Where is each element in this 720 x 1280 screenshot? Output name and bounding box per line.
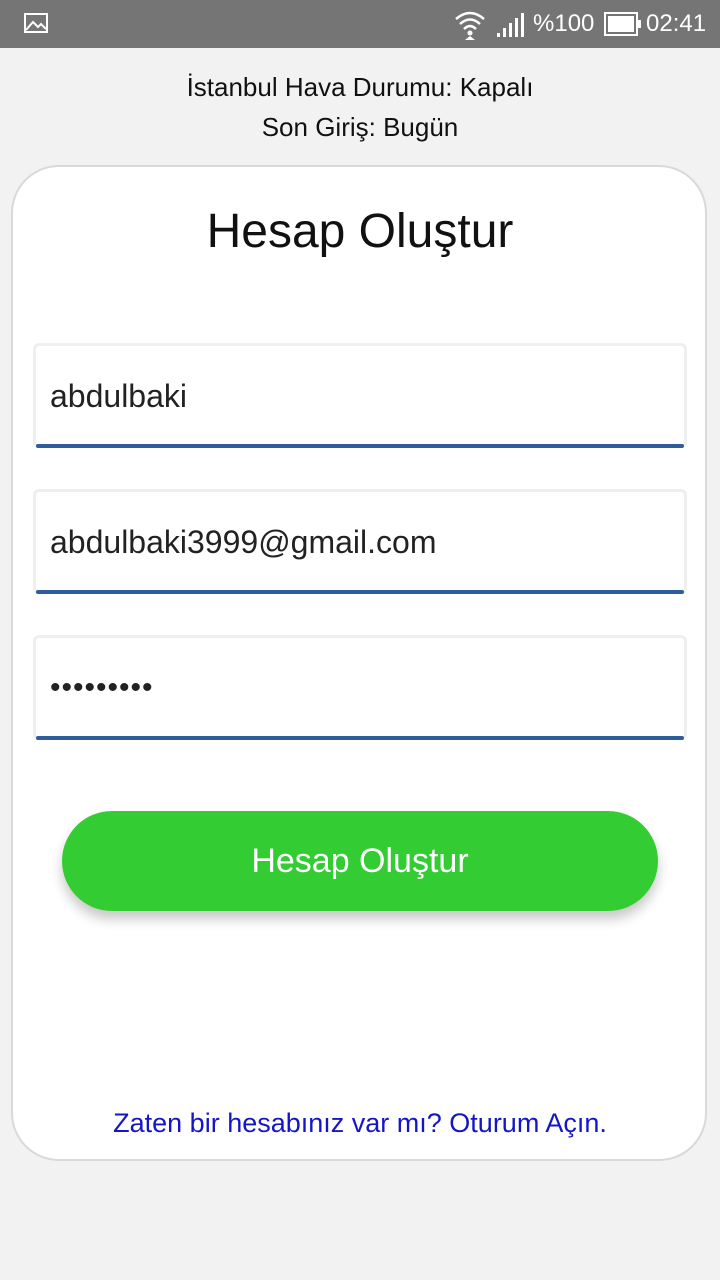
username-field[interactable]: abdulbaki [33, 343, 687, 448]
email-value: abdulbaki3999@gmail.com [50, 524, 437, 560]
status-bar: %100 02:41 [0, 0, 720, 48]
login-link[interactable]: Zaten bir hesabınız var mı? Oturum Açın. [0, 1108, 720, 1139]
create-account-button[interactable]: Hesap Oluştur [62, 811, 658, 911]
battery-percent: %100 [533, 10, 595, 37]
signal-icon [497, 13, 524, 37]
page-title: Hesap Oluştur [206, 205, 514, 258]
wifi-icon [455, 11, 485, 40]
status-clock: 02:41 [646, 10, 707, 37]
password-value: ••••••••• [50, 671, 154, 704]
password-field[interactable]: ••••••••• [33, 635, 687, 740]
username-value: abdulbaki [50, 378, 187, 414]
last-login-text: Son Giriş: Bugün [261, 112, 459, 142]
battery-icon [604, 12, 641, 36]
image-icon [24, 13, 48, 33]
weather-text: İstanbul Hava Durumu: Kapalı [186, 72, 534, 102]
email-field[interactable]: abdulbaki3999@gmail.com [33, 489, 687, 594]
